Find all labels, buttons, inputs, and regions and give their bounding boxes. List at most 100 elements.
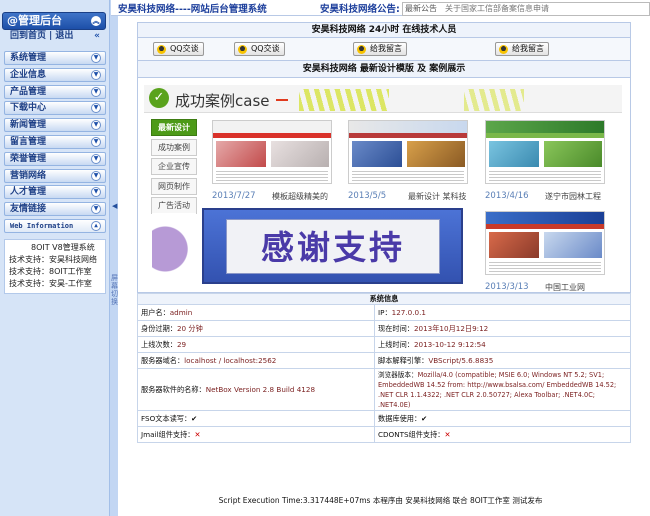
- sidebar-item-label: 营销网络: [10, 170, 47, 181]
- case-date: 2013/4/16: [485, 191, 529, 201]
- template-title: 安昊科技网络 最新设计模版 及 案例展示: [137, 60, 631, 78]
- chevron-down-icon: ▼: [91, 86, 101, 97]
- case-item[interactable]: 2013/5/5 最新设计 某科技: [348, 120, 472, 201]
- support-line: 技术支持：安昊-工作室: [9, 279, 92, 288]
- chevron-down-icon: ▼: [91, 103, 101, 114]
- link-separator: |: [49, 31, 53, 41]
- chevron-down-icon: ▼: [91, 120, 101, 131]
- qq-chat-button[interactable]: QQ交谈: [234, 42, 285, 56]
- qq-penguin-icon: [357, 45, 366, 54]
- case-date: 2013/3/13: [485, 282, 529, 292]
- check-icon: ✔: [191, 413, 198, 423]
- sidebar-item-label: 产品管理: [10, 86, 47, 97]
- qq-chat-button[interactable]: QQ交谈: [153, 42, 204, 56]
- qq-penguin-icon: [499, 45, 508, 54]
- site-title: 安昊科技网络----网站后台管理系统: [118, 4, 267, 15]
- case-item[interactable]: 2013/3/13 中国工业网: [485, 211, 609, 292]
- sidebar-item-honors[interactable]: 荣誉管理 ▼: [4, 151, 106, 166]
- category-tab-latest[interactable]: 最新设计: [151, 119, 197, 136]
- check-icon: ✓: [149, 88, 169, 108]
- info-cell: 服务器软件的名称：NetBox Version 2.8 Build 4128: [137, 368, 375, 411]
- sidebar-item-links[interactable]: 友情链接 ▼: [4, 202, 106, 217]
- qq-penguin-icon: [238, 45, 247, 54]
- info-cell: IP：127.0.0.1: [374, 304, 631, 321]
- chevron-down-icon: ▼: [91, 69, 101, 80]
- leave-message-button[interactable]: 给我留言: [353, 42, 407, 56]
- info-cell: Jmail组件支持：✕: [137, 426, 375, 443]
- notice-marquee[interactable]: 最新公告 关于国家工信部备案信息申请: [402, 2, 650, 16]
- sidebar-item-label: 留言管理: [10, 136, 47, 147]
- sidebar-item-news[interactable]: 新闻管理 ▼: [4, 118, 106, 133]
- triangle-left-icon[interactable]: ◀: [112, 202, 117, 210]
- case-banner: ✓ 成功案例case: [144, 85, 622, 113]
- notice-text: 最新公告: [405, 4, 437, 13]
- logout-link[interactable]: 退出: [55, 31, 73, 41]
- home-link[interactable]: 回到首页: [10, 31, 46, 41]
- case-thumbnail-partial: [152, 213, 196, 273]
- sidebar-header[interactable]: @管理后台 ︽: [2, 12, 106, 30]
- category-tab-webdesign[interactable]: 网页制作: [151, 177, 197, 195]
- sidebar-item-label: 下载中心: [10, 103, 47, 114]
- support-line: 技术支持：安昊科技网络: [9, 255, 97, 264]
- double-chevron-up-icon[interactable]: ︽: [91, 16, 101, 26]
- overlay-inner: 感谢支持: [226, 219, 440, 274]
- chevron-down-icon: ▼: [91, 153, 101, 164]
- notice-label: 安昊科技网络公告:: [320, 4, 400, 15]
- category-tab-promo[interactable]: 企业宣传: [151, 158, 197, 176]
- support-title: 安昊科技网络 24小时 在线技术人员: [137, 22, 631, 38]
- notice-scroll-text[interactable]: 关于国家工信部备案信息申请: [445, 4, 549, 13]
- info-cell: 浏览器版本：Mozilla/4.0 (compatible; MSIE 6.0;…: [374, 368, 631, 411]
- top-bar: 安昊科技网络----网站后台管理系统 安昊科技网络公告: 最新公告 关于国家工信部…: [111, 0, 650, 16]
- sidebar-item-system[interactable]: 系统管理 ▼: [4, 51, 106, 65]
- sidebar-item-web-information[interactable]: Web Information ▲: [4, 218, 106, 233]
- info-cell: 身份过期：20 分钟: [137, 320, 375, 337]
- case-item[interactable]: 2013/4/16 遂宁市园林工程: [485, 120, 609, 201]
- thanks-overlay[interactable]: 感谢支持: [202, 208, 463, 284]
- case-caption: 最新设计 某科技: [408, 192, 467, 201]
- category-tab-cases[interactable]: 成功案例: [151, 138, 197, 156]
- sidebar-menu: 系统管理 ▼ 企业信息 ▼ 产品管理 ▼ 下载中心 ▼ 新闻管理 ▼ 留言管理 ▼ 荣誉管理…: [4, 51, 106, 236]
- contact-buttons: QQ交谈 QQ交谈 给我留言 给我留言: [137, 38, 631, 60]
- sidebar-item-downloads[interactable]: 下载中心 ▼: [4, 101, 106, 116]
- case-caption: 遂宁市园林工程: [545, 192, 601, 201]
- decorative-stripes: [299, 89, 389, 111]
- sidebar-item-label: 系统管理: [10, 53, 47, 63]
- sidebar-splitter[interactable]: ◀ 屏幕切换: [109, 0, 118, 516]
- sidebar-item-products[interactable]: 产品管理 ▼: [4, 84, 106, 99]
- support-line: 技术支持：8OIT工作室: [9, 267, 92, 276]
- case-showcase: ✓ 成功案例case 最新设计 成功案例 企业宣传 网页制作 广告活动 2013…: [137, 78, 631, 293]
- case-item[interactable]: 2013/7/27 模板超级精美的: [212, 120, 336, 201]
- info-cell: CDONTS组件支持：✕: [374, 426, 631, 443]
- qq-penguin-icon: [157, 45, 166, 54]
- decorative-dash: [276, 99, 288, 101]
- sidebar-links: 回到首页 | 退出 «: [4, 30, 106, 43]
- overlay-text: 感谢支持: [261, 228, 405, 267]
- info-cell: 上线时间：2013-10-12 9:12:54: [374, 336, 631, 353]
- sidebar-item-label: 荣誉管理: [10, 153, 47, 164]
- sidebar-item-messages[interactable]: 留言管理 ▼: [4, 134, 106, 149]
- case-thumbnail[interactable]: [485, 120, 605, 184]
- sidebar-item-label: 企业信息: [10, 69, 47, 80]
- sidebar-item-talent[interactable]: 人才管理 ▼: [4, 185, 106, 200]
- case-thumbnail[interactable]: [348, 120, 468, 184]
- info-cell: 用户名：admin: [137, 304, 375, 321]
- category-tab-ads[interactable]: 广告活动: [151, 197, 197, 215]
- case-caption: 中国工业网: [545, 283, 585, 292]
- sidebar-item-marketing[interactable]: 营销网络 ▼: [4, 168, 106, 183]
- case-thumbnail[interactable]: [212, 120, 332, 184]
- sidebar-info-panel: 8OIT V8管理系统 技术支持：安昊科技网络 技术支持：8OIT工作室 技术支…: [4, 239, 106, 294]
- system-name: 8OIT V8管理系统: [31, 243, 95, 252]
- double-chevron-left-icon[interactable]: «: [94, 30, 100, 43]
- sidebar-item-label: 友情链接: [10, 204, 47, 215]
- chevron-down-icon: ▼: [91, 204, 101, 215]
- cross-icon: ✕: [444, 429, 451, 439]
- system-info-table: 系统信息 用户名：admin IP：127.0.0.1 身份过期：20 分钟 现…: [137, 293, 631, 443]
- case-category-list: 最新设计 成功案例 企业宣传 网页制作 广告活动: [151, 119, 197, 217]
- case-heading: 成功案例case: [175, 92, 270, 110]
- case-date: 2013/5/5: [348, 191, 387, 201]
- cross-icon: ✕: [194, 429, 201, 439]
- sidebar-title: @管理后台: [7, 14, 62, 27]
- leave-message-button[interactable]: 给我留言: [495, 42, 549, 56]
- case-thumbnail[interactable]: [485, 211, 605, 275]
- sidebar-item-company[interactable]: 企业信息 ▼: [4, 67, 106, 82]
